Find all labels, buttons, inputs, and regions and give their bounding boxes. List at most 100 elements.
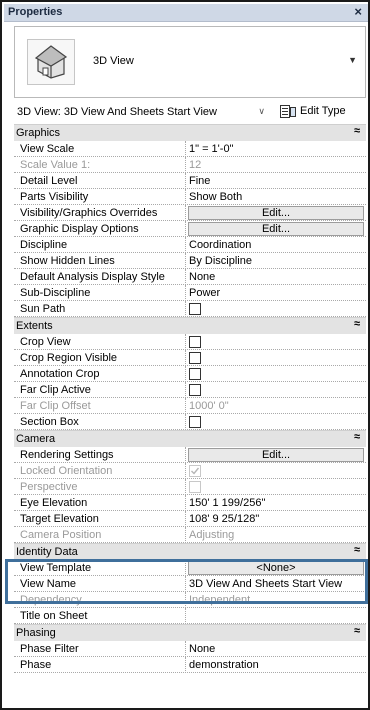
prop-name: Sun Path: [14, 301, 186, 317]
prop-name: Detail Level: [14, 173, 186, 189]
graphic-display-edit-button[interactable]: Edit...: [188, 222, 364, 236]
prop-view-scale[interactable]: View Scale 1" = 1'-0": [14, 141, 366, 157]
prop-value[interactable]: 3D View And Sheets Start View: [187, 576, 366, 592]
prop-name: Sub-Discipline: [14, 285, 186, 301]
prop-dependency: Dependency Independent: [14, 592, 366, 608]
prop-value-cell: [187, 382, 366, 398]
prop-name: Show Hidden Lines: [14, 253, 186, 269]
prop-value-cell: Edit...: [187, 221, 366, 237]
prop-value[interactable]: Power: [187, 285, 366, 301]
prop-title-on-sheet[interactable]: Title on Sheet: [14, 608, 366, 624]
prop-value[interactable]: Fine: [187, 173, 366, 189]
collapse-icon[interactable]: ≈: [354, 544, 360, 556]
crop-view-checkbox[interactable]: [189, 336, 201, 348]
prop-parts-visibility[interactable]: Parts Visibility Show Both: [14, 189, 366, 205]
prop-discipline[interactable]: Discipline Coordination: [14, 237, 366, 253]
prop-name: Graphic Display Options: [14, 221, 186, 237]
vg-edit-button[interactable]: Edit...: [188, 206, 364, 220]
rendering-edit-button[interactable]: Edit...: [188, 448, 364, 462]
collapse-icon[interactable]: ≈: [354, 625, 360, 637]
edit-type-icon: [280, 105, 296, 119]
prop-name: Crop View: [14, 334, 186, 350]
prop-value[interactable]: [187, 608, 366, 624]
perspective-checkbox: [189, 481, 201, 493]
prop-value[interactable]: None: [187, 641, 366, 657]
instance-filter-value: 3D View: 3D View And Sheets Start View: [17, 106, 217, 118]
prop-name: Default Analysis Display Style: [14, 269, 186, 285]
prop-value[interactable]: None: [187, 269, 366, 285]
prop-detail-level[interactable]: Detail Level Fine: [14, 173, 366, 189]
prop-view-name[interactable]: View Name 3D View And Sheets Start View: [14, 576, 366, 592]
prop-name: Discipline: [14, 237, 186, 253]
prop-name: Rendering Settings: [14, 447, 186, 463]
prop-value-cell: [187, 414, 366, 430]
prop-name: Crop Region Visible: [14, 350, 186, 366]
prop-value[interactable]: demonstration: [187, 657, 366, 673]
category-identity-data[interactable]: Identity Data ≈: [14, 543, 366, 560]
prop-hidden-lines[interactable]: Show Hidden Lines By Discipline: [14, 253, 366, 269]
prop-name: View Template: [14, 560, 186, 576]
prop-value-cell: [187, 301, 366, 317]
instance-filter-dropdown[interactable]: 3D View: 3D View And Sheets Start View ∨: [14, 102, 272, 122]
prop-analysis-style[interactable]: Default Analysis Display Style None: [14, 269, 366, 285]
chevron-down-icon[interactable]: ∨: [258, 106, 265, 117]
type-name: 3D View: [93, 55, 134, 67]
prop-eye-elevation[interactable]: Eye Elevation 150' 1 199/256": [14, 495, 366, 511]
sun-path-checkbox[interactable]: [189, 303, 201, 315]
prop-rendering-settings: Rendering Settings Edit...: [14, 447, 366, 463]
collapse-icon[interactable]: ≈: [354, 318, 360, 330]
prop-name: Camera Position: [14, 527, 186, 543]
prop-value[interactable]: 150' 1 199/256": [187, 495, 366, 511]
palette-title: Properties: [8, 6, 63, 18]
prop-name: View Scale: [14, 141, 186, 157]
prop-name: Visibility/Graphics Overrides: [14, 205, 186, 221]
prop-value-cell: Edit...: [187, 447, 366, 463]
prop-value: Adjusting: [187, 527, 366, 543]
section-box-checkbox[interactable]: [189, 416, 201, 428]
type-selector[interactable]: 3D View ▼: [14, 26, 366, 98]
chevron-down-icon[interactable]: ▼: [348, 55, 357, 65]
properties-palette: Properties × 3D View ▼ 3D View: 3D View …: [0, 0, 370, 710]
prop-section-box: Section Box: [14, 414, 366, 430]
view-template-button[interactable]: <None>: [188, 561, 364, 575]
prop-value[interactable]: Show Both: [187, 189, 366, 205]
prop-name: Far Clip Active: [14, 382, 186, 398]
edit-type-button[interactable]: Edit Type: [276, 102, 366, 122]
prop-sun-path: Sun Path: [14, 301, 366, 317]
close-icon[interactable]: ×: [354, 4, 362, 19]
instance-selector-row: 3D View: 3D View And Sheets Start View ∨…: [14, 102, 366, 122]
prop-value[interactable]: Coordination: [187, 237, 366, 253]
prop-phase[interactable]: Phase demonstration: [14, 657, 366, 673]
collapse-icon[interactable]: ≈: [354, 125, 360, 137]
prop-name: Annotation Crop: [14, 366, 186, 382]
prop-name: Locked Orientation: [14, 463, 186, 479]
prop-target-elevation[interactable]: Target Elevation 108' 9 25/128": [14, 511, 366, 527]
prop-value: 12: [187, 157, 366, 173]
edit-type-label: Edit Type: [300, 105, 346, 117]
category-camera[interactable]: Camera ≈: [14, 430, 366, 447]
prop-value-cell: [187, 463, 366, 479]
collapse-icon[interactable]: ≈: [354, 431, 360, 443]
category-extents[interactable]: Extents ≈: [14, 317, 366, 334]
prop-name: Dependency: [14, 592, 186, 608]
annotation-crop-checkbox[interactable]: [189, 368, 201, 380]
prop-name: Phase Filter: [14, 641, 186, 657]
prop-name: Eye Elevation: [14, 495, 186, 511]
prop-locked-orientation: Locked Orientation: [14, 463, 366, 479]
crop-region-visible-checkbox[interactable]: [189, 352, 201, 364]
prop-sub-discipline[interactable]: Sub-Discipline Power: [14, 285, 366, 301]
prop-scale-value: Scale Value 1: 12: [14, 157, 366, 173]
prop-far-clip-offset: Far Clip Offset 1000' 0": [14, 398, 366, 414]
prop-value[interactable]: 1" = 1'-0": [187, 141, 366, 157]
prop-value[interactable]: 108' 9 25/128": [187, 511, 366, 527]
prop-value-cell: [187, 479, 366, 495]
prop-view-template: View Template <None>: [14, 560, 366, 576]
category-graphics[interactable]: Graphics ≈: [14, 124, 366, 141]
far-clip-active-checkbox[interactable]: [189, 384, 201, 396]
category-label: Identity Data: [16, 546, 78, 558]
prop-value[interactable]: By Discipline: [187, 253, 366, 269]
prop-name: Perspective: [14, 479, 186, 495]
category-phasing[interactable]: Phasing ≈: [14, 624, 366, 641]
prop-phase-filter[interactable]: Phase Filter None: [14, 641, 366, 657]
prop-name: Title on Sheet: [14, 608, 186, 624]
